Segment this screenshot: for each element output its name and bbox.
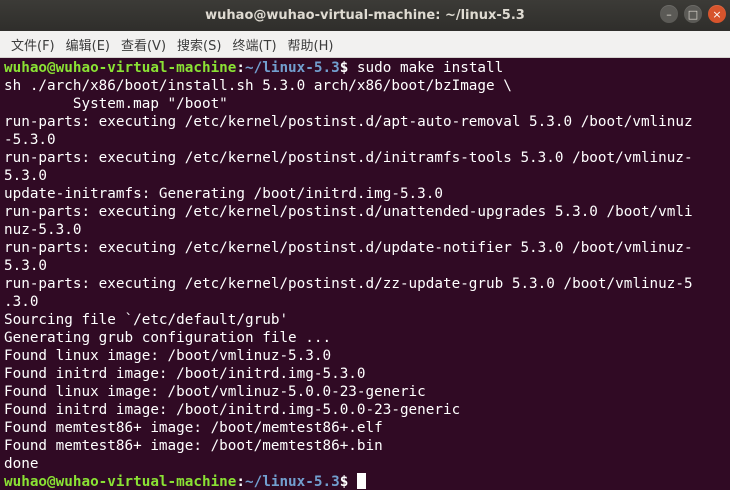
close-icon: × <box>712 7 722 21</box>
output-lines: sh ./arch/x86/boot/install.sh 5.3.0 arch… <box>4 77 730 473</box>
menu-search[interactable]: 搜索(S) <box>172 32 226 57</box>
output-line: Sourcing file `/etc/default/grub' <box>4 312 289 328</box>
output-line: Found initrd image: /boot/initrd.img-5.0… <box>4 402 461 418</box>
terminal-window: wuhao@wuhao-virtual-machine: ~/linux-5.3… <box>0 0 730 490</box>
prompt-dollar: $ <box>339 474 357 490</box>
output-line: update-initramfs: Generating /boot/initr… <box>4 186 443 202</box>
menu-view[interactable]: 查看(V) <box>116 32 171 57</box>
title-bar[interactable]: wuhao@wuhao-virtual-machine: ~/linux-5.3… <box>0 0 730 31</box>
output-line: System.map "/boot" <box>4 96 228 112</box>
prompt-user-host: wuhao@wuhao-virtual-machine <box>4 474 237 490</box>
text-cursor <box>356 473 366 489</box>
output-line: nuz-5.3.0 <box>4 222 82 238</box>
output-line: run-parts: executing /etc/kernel/postins… <box>4 150 693 166</box>
menu-help[interactable]: 帮助(H) <box>283 32 339 57</box>
command-line: wuhao@wuhao-virtual-machine:~/linux-5.3$… <box>4 59 730 77</box>
minimize-icon: – <box>666 7 672 21</box>
output-line: run-parts: executing /etc/kernel/postins… <box>4 114 693 130</box>
window-controls: – □ × <box>660 5 726 23</box>
output-line: Generating grub configuration file ... <box>4 330 332 346</box>
output-line: run-parts: executing /etc/kernel/postins… <box>4 204 693 220</box>
menu-file[interactable]: 文件(F) <box>6 32 60 57</box>
menu-bar: 文件(F) 编辑(E) 查看(V) 搜索(S) 终端(T) 帮助(H) <box>0 31 730 58</box>
output-line: Found memtest86+ image: /boot/memtest86+… <box>4 438 383 454</box>
menu-terminal[interactable]: 终端(T) <box>227 32 281 57</box>
prompt-dollar: $ <box>339 60 357 76</box>
output-line: run-parts: executing /etc/kernel/postins… <box>4 276 693 292</box>
output-line: done <box>4 456 39 472</box>
output-line: 5.3.0 <box>4 168 48 184</box>
output-line: .3.0 <box>4 294 39 310</box>
output-line: Found memtest86+ image: /boot/memtest86+… <box>4 420 383 436</box>
output-line: Found linux image: /boot/vmlinuz-5.3.0 <box>4 348 332 364</box>
menu-edit[interactable]: 编辑(E) <box>61 32 115 57</box>
output-line: 5.3.0 <box>4 258 48 274</box>
prompt-path: ~/linux-5.3 <box>245 474 340 490</box>
terminal-output-area[interactable]: wuhao@wuhao-virtual-machine:~/linux-5.3$… <box>0 59 730 490</box>
current-prompt-line[interactable]: wuhao@wuhao-virtual-machine:~/linux-5.3$ <box>4 473 730 490</box>
maximize-button[interactable]: □ <box>684 5 702 23</box>
window-title: wuhao@wuhao-virtual-machine: ~/linux-5.3 <box>205 8 525 23</box>
output-line: -5.3.0 <box>4 132 56 148</box>
output-line: Found initrd image: /boot/initrd.img-5.3… <box>4 366 366 382</box>
prompt-colon: : <box>236 474 246 490</box>
prompt-colon: : <box>236 60 246 76</box>
minimize-button[interactable]: – <box>660 5 678 23</box>
output-line: run-parts: executing /etc/kernel/postins… <box>4 240 693 256</box>
output-line: Found linux image: /boot/vmlinuz-5.0.0-2… <box>4 384 426 400</box>
prompt-path: ~/linux-5.3 <box>245 60 340 76</box>
close-button[interactable]: × <box>708 5 726 23</box>
command-text: sudo make install <box>356 60 504 76</box>
output-line: sh ./arch/x86/boot/install.sh 5.3.0 arch… <box>4 78 512 94</box>
maximize-icon: □ <box>687 7 699 21</box>
prompt-user-host: wuhao@wuhao-virtual-machine <box>4 60 237 76</box>
